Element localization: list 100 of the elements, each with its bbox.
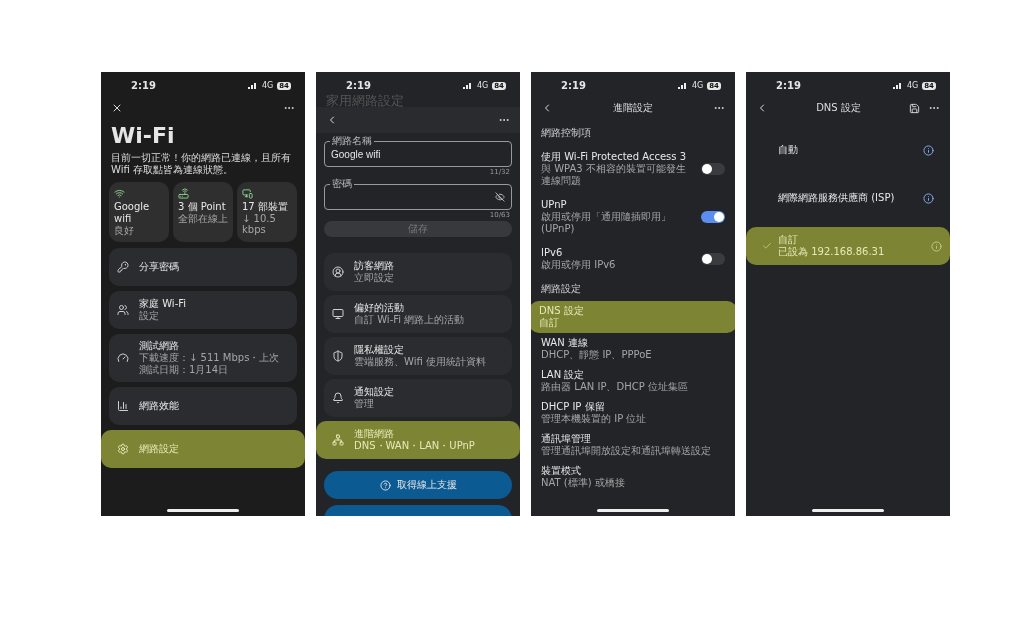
hidden-eye-icon[interactable] <box>495 192 505 202</box>
tile-status: 良好 <box>114 225 135 236</box>
text-input[interactable]: Google wifi <box>331 148 505 160</box>
status-time: 2:19 <box>131 80 157 91</box>
setting-title: DNS 設定 <box>539 305 585 317</box>
devices-icon <box>242 188 253 199</box>
setting-description: 啟用或停用 IPv6 <box>541 259 617 271</box>
wifi-icon <box>114 188 125 199</box>
home-indicator <box>597 509 669 512</box>
status-time: 2:19 <box>776 80 802 91</box>
tile-status: ↓ 10.5 kbps <box>242 213 277 235</box>
status-time: 2:19 <box>561 80 587 91</box>
row-title: 通知設定 <box>354 386 395 398</box>
check-icon <box>762 241 772 251</box>
toggle-switch[interactable] <box>701 163 725 175</box>
signal-icon <box>462 82 473 89</box>
row-title: 偏好的活動 <box>354 302 405 314</box>
option-title: 自動 <box>778 144 799 156</box>
save-icon[interactable] <box>909 102 920 114</box>
password-icon <box>117 261 129 273</box>
tile-label: Google wifi <box>114 201 151 225</box>
setting-description: NAT (標準) 或橋接 <box>541 477 626 489</box>
setting-description: 管理本機裝置的 IP 位址 <box>541 413 648 425</box>
row-title: 測試網路 <box>139 340 180 352</box>
dns-option[interactable]: 自動 <box>754 131 942 169</box>
toggle-switch[interactable] <box>701 211 725 223</box>
network-type: 4G <box>476 81 489 90</box>
summary-tile[interactable]: Google wifi 良好 <box>109 182 169 242</box>
row-title: 網路設定 <box>139 443 180 455</box>
dns-option[interactable]: 網際網路服務供應商 (ISP) <box>754 179 942 217</box>
row-title: 分享密碼 <box>139 261 180 273</box>
menu-row[interactable]: 分享密碼 <box>109 248 297 286</box>
row-title: 訪客網路 <box>354 260 395 272</box>
row-subtitle: 雲端服務、Wifi 使用統計資料 <box>354 356 487 368</box>
row-title: 進階網路 <box>354 428 395 440</box>
row-subtitle: 下載速度：↓ 511 Mbps・上次測試日期：1月14日 <box>139 352 281 376</box>
row-subtitle: DNS・WAN・LAN・UPnP <box>354 440 476 452</box>
settings-row[interactable]: WAN 連線 DHCP、靜態 IP、PPPoE <box>531 333 735 365</box>
menu-row[interactable]: 訪客網路 立即設定 <box>324 253 512 291</box>
help-icon <box>379 479 391 491</box>
row-title: 隱私權設定 <box>354 344 405 356</box>
setting-description: 路由器 LAN IP、DHCP 位址集區 <box>541 381 689 393</box>
row-subtitle: 管理 <box>354 398 375 410</box>
menu-row[interactable]: 偏好的活動 自訂 Wi-Fi 網路上的活動 <box>324 295 512 333</box>
field-label: 密碼 <box>330 178 354 189</box>
menu-row[interactable]: 家庭 Wi-Fi 設定 <box>109 291 297 329</box>
status-message: 目前一切正常！你的網路已連線，且所有 Wifi 存取點皆為連線狀態。 <box>110 151 292 177</box>
signal-icon <box>677 82 688 89</box>
network-type: 4G <box>261 81 274 90</box>
router-icon <box>178 188 189 199</box>
network-type: 4G <box>691 81 704 90</box>
settings-row[interactable]: DHCP IP 保留 管理本機裝置的 IP 位址 <box>531 397 735 429</box>
settings-icon <box>117 443 129 455</box>
status-time: 2:19 <box>346 80 372 91</box>
menu-row[interactable]: 通知設定 管理 <box>324 379 512 417</box>
speedometer-icon <box>117 352 129 364</box>
summary-tile[interactable]: 3 個 Point 全部在線上 <box>173 182 233 242</box>
settings-row[interactable]: LAN 設定 路由器 LAN IP、DHCP 位址集區 <box>531 365 735 397</box>
option-title: 網際網路服務供應商 (ISP) <box>778 192 896 204</box>
network-icon <box>332 434 344 446</box>
row-subtitle: 立即設定 <box>354 272 395 284</box>
shield-icon <box>332 350 344 362</box>
summary-tile[interactable]: 17 部裝置 ↓ 10.5 kbps <box>237 182 297 242</box>
setting-description: 啟用或停用「通用隨插即用」(UPnP) <box>541 211 672 235</box>
row-title: 網路效能 <box>139 400 180 412</box>
network-type: 4G <box>906 81 919 90</box>
row-subtitle: 設定 <box>139 310 160 322</box>
home-indicator <box>167 509 239 512</box>
setting-description: 管理通訊埠開放設定和通訊埠轉送設定 <box>541 445 712 457</box>
row-subtitle: 自訂 Wi-Fi 網路上的活動 <box>354 314 466 326</box>
setting-title: DHCP IP 保留 <box>541 401 606 413</box>
option-title: 自訂 <box>778 234 799 246</box>
close-icon[interactable] <box>111 102 123 114</box>
home-indicator <box>812 509 884 512</box>
setting-description: DHCP、靜態 IP、PPPoE <box>541 349 653 361</box>
menu-row[interactable]: 網路效能 <box>109 387 297 425</box>
setting-description: 自訂 <box>539 317 560 329</box>
setting-title: 裝置模式 <box>541 465 582 477</box>
toggle-switch[interactable] <box>701 253 725 265</box>
menu-row[interactable]: 隱私權設定 雲端服務、Wifi 使用統計資料 <box>324 337 512 375</box>
chart-icon <box>117 400 129 412</box>
section-header: 網路設定 <box>540 282 582 296</box>
menu-row[interactable]: 測試網路 下載速度：↓ 511 Mbps・上次測試日期：1月14日 <box>109 334 297 382</box>
setting-title: 通訊埠管理 <box>541 433 592 445</box>
option-subtitle: 已設為 192.168.86.31 <box>778 246 886 258</box>
setting-description: 與 WPA3 不相容的裝置可能發生連線問題 <box>541 163 687 187</box>
people-icon <box>117 304 129 316</box>
field-label: 網路名稱 <box>330 135 374 146</box>
signal-icon <box>247 82 258 89</box>
setting-title: 使用 Wi-Fi Protected Access 3 <box>541 151 688 163</box>
tile-status: 全部在線上 <box>178 213 228 224</box>
settings-row[interactable]: 通訊埠管理 管理通訊埠開放設定和通訊埠轉送設定 <box>531 429 735 461</box>
settings-row[interactable]: 裝置模式 NAT (標準) 或橋接 <box>531 461 735 493</box>
info-icon[interactable] <box>923 192 934 204</box>
page-title: 進階設定 <box>612 101 654 115</box>
page-title: DNS 設定 <box>815 101 862 115</box>
row-title: 家庭 Wi-Fi <box>139 298 188 310</box>
support-button[interactable]: 取得線上支援 <box>324 471 512 499</box>
signal-icon <box>892 82 903 89</box>
info-icon[interactable] <box>923 144 934 156</box>
